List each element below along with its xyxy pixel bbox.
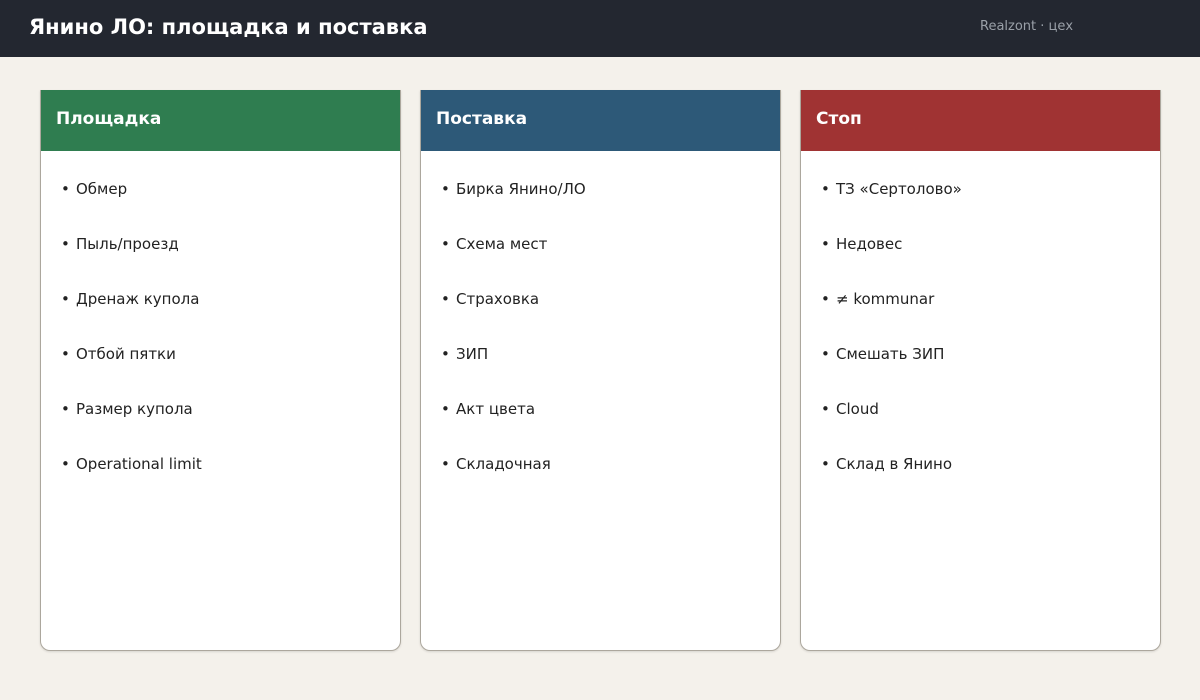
list-item: • Отбой пятки bbox=[61, 345, 176, 363]
list-item: • Смешать ЗИП bbox=[821, 345, 945, 363]
column-site-list: • Обмер • Пыль/проезд • Дренаж купола • Отбо… bbox=[41, 151, 400, 509]
list-item: • ТЗ «Сертолово» bbox=[821, 180, 962, 198]
bullet-icon: • bbox=[821, 400, 830, 418]
bullet-icon: • bbox=[61, 235, 70, 253]
column-stop-title: Стоп bbox=[801, 90, 1160, 151]
column-site-title: Площадка bbox=[41, 90, 400, 151]
bullet-icon: • bbox=[61, 400, 70, 418]
list-item: • Размер купола bbox=[61, 400, 193, 418]
top-bar: Янино ЛО: площадка и поставка Realzont ·… bbox=[0, 0, 1200, 57]
bullet-icon: • bbox=[821, 345, 830, 363]
bullet-icon: • bbox=[441, 235, 450, 253]
bullet-icon: • bbox=[821, 455, 830, 473]
bullet-icon: • bbox=[441, 400, 450, 418]
column-delivery-list: • Бирка Янино/ЛО • Схема мест • Страховка •… bbox=[421, 151, 780, 509]
column-stop: Стоп • ТЗ «Сертолово» • Недовес • ≠ kommuna… bbox=[800, 90, 1161, 651]
list-item: • Страховка bbox=[441, 290, 540, 308]
header-subtitle: Realzont · цех bbox=[980, 19, 1074, 34]
bullet-icon: • bbox=[441, 455, 450, 473]
list-item: • Склад в Янино bbox=[821, 455, 953, 473]
list-item: • Cloud bbox=[821, 400, 879, 418]
list-item: • Недовес bbox=[821, 235, 903, 253]
bullet-icon: • bbox=[61, 455, 70, 473]
column-stop-list: • ТЗ «Сертолово» • Недовес • ≠ kommunar • См… bbox=[801, 151, 1160, 509]
bullet-icon: • bbox=[61, 180, 70, 198]
bullet-icon: • bbox=[61, 345, 70, 363]
column-delivery: Поставка • Бирка Янино/ЛО • Схема мест • Ст… bbox=[420, 90, 781, 651]
list-item: • ≠ kommunar bbox=[821, 290, 935, 308]
list-item: • Обмер bbox=[61, 180, 128, 198]
column-site: Площадка • Обмер • Пыль/проезд • Дренаж куп… bbox=[40, 90, 401, 651]
list-item: • Пыль/проезд bbox=[61, 235, 179, 253]
page-title: Янино ЛО: площадка и поставка bbox=[29, 15, 428, 39]
bullet-icon: • bbox=[821, 290, 830, 308]
bullet-icon: • bbox=[821, 235, 830, 253]
bullet-icon: • bbox=[61, 290, 70, 308]
list-item: • Operational limit bbox=[61, 455, 202, 473]
column-delivery-title: Поставка bbox=[421, 90, 780, 151]
list-item: • Акт цвета bbox=[441, 400, 536, 418]
list-item: • Дренаж купола bbox=[61, 290, 200, 308]
list-item: • Складочная bbox=[441, 455, 551, 473]
bullet-icon: • bbox=[441, 180, 450, 198]
list-item: • Бирка Янино/ЛО bbox=[441, 180, 586, 198]
list-item: • ЗИП bbox=[441, 345, 489, 363]
bullet-icon: • bbox=[441, 290, 450, 308]
bullet-icon: • bbox=[821, 180, 830, 198]
list-item: • Схема мест bbox=[441, 235, 548, 253]
bullet-icon: • bbox=[441, 345, 450, 363]
